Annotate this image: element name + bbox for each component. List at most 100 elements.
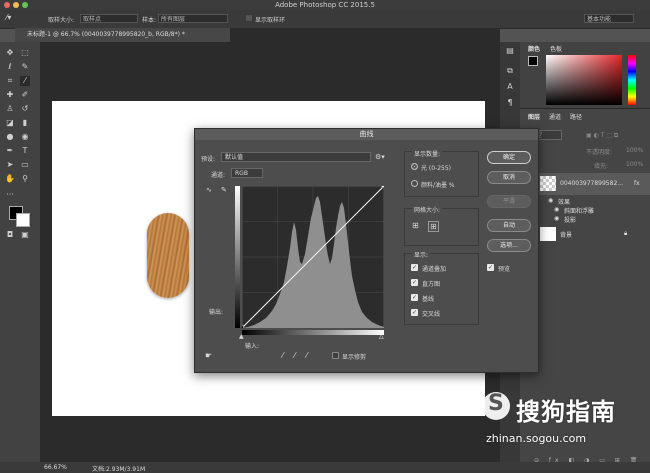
title-bar: Adobe Photoshop CC 2015.5 — [0, 0, 650, 10]
eraser-tool-icon[interactable]: ◪ — [5, 118, 15, 128]
ok-button[interactable]: 确定 — [487, 151, 531, 164]
visibility-eye-icon[interactable]: ◉ — [554, 215, 559, 222]
screen-mode-icon[interactable]: ▣ — [20, 230, 30, 240]
smooth-button: 平滑 — [487, 195, 531, 208]
healing-brush-icon[interactable]: ✚ — [5, 90, 15, 100]
color-picker-field[interactable] — [546, 55, 622, 105]
hue-slider[interactable] — [628, 55, 636, 105]
sample-label: 样本: — [142, 17, 157, 24]
layer-row-shape[interactable]: ◉ 004003977899582... fx — [520, 173, 650, 195]
color-panel-tab[interactable]: 颜色 — [528, 44, 540, 53]
black-point-eyedropper-icon[interactable]: ⁄ — [282, 351, 283, 360]
paths-panel-tab[interactable]: 路径 — [570, 112, 582, 121]
baseline-checkbox[interactable]: ✓ — [411, 294, 418, 301]
gradient-tool-icon[interactable]: ▮ — [20, 118, 30, 128]
curve-draw-pencil-icon[interactable]: ✎ — [221, 186, 227, 194]
document-tab[interactable]: 未标题-1 @ 66.7% (0040039778995820_b, RGB/8… — [15, 28, 230, 42]
sample-select[interactable]: 所有图层 — [158, 14, 228, 23]
preview-label: 预览 — [498, 266, 511, 273]
properties-panel-icon[interactable]: ⧉ — [505, 66, 515, 76]
toolbox: ✥ ⬚ ℓ ✎ ⌗ ⁄ ✚ ✐ ♙ ↺ ◪ ▮ ● ◉ ✒ T ➤ ▭ ✋ ⚲ … — [0, 42, 40, 462]
history-brush-icon[interactable]: ↺ — [20, 104, 30, 114]
wood-pill-shape — [147, 213, 189, 298]
clone-stamp-icon[interactable]: ♙ — [5, 104, 15, 114]
channel-overlay-checkbox[interactable]: ✓ — [411, 264, 418, 271]
zoom-level[interactable]: 66.67% — [44, 464, 67, 471]
zoom-tool-icon[interactable]: ⚲ — [20, 174, 30, 184]
preview-checkbox[interactable]: ✓ — [487, 264, 494, 271]
baseline-label: 基线 — [422, 296, 435, 303]
intersection-line-label: 交叉线 — [422, 311, 441, 318]
black-point-handle — [242, 325, 244, 328]
swatches-panel-tab[interactable]: 色板 — [550, 44, 562, 53]
opacity-label: 不透明度: — [586, 149, 613, 156]
background-thumbnail — [540, 227, 556, 241]
on-image-adjust-icon[interactable]: ☛ — [205, 351, 212, 360]
document-size: 文档:2.93M/3.91M — [92, 466, 146, 473]
crop-tool-icon[interactable]: ⌗ — [5, 76, 15, 86]
workspace-select[interactable]: 基本功能 — [584, 14, 634, 23]
intersection-line-checkbox[interactable]: ✓ — [411, 309, 418, 316]
input-white-slider-icon[interactable]: △ — [379, 333, 384, 340]
preset-select[interactable]: 默认值 — [221, 152, 371, 162]
auto-button[interactable]: 自动 — [487, 219, 531, 232]
lasso-tool-icon[interactable]: ℓ — [5, 62, 15, 72]
layer-fx-icon[interactable]: fx — [634, 180, 640, 187]
type-tool-icon[interactable]: T — [20, 146, 30, 156]
quick-mask-icon[interactable]: ◘ — [5, 230, 15, 240]
channels-panel-tab[interactable]: 通道 — [549, 112, 561, 121]
light-option-label: 光 (0-255) — [421, 165, 452, 172]
dodge-tool-icon[interactable]: ◉ — [20, 132, 30, 142]
quick-select-tool-icon[interactable]: ✎ — [20, 62, 30, 72]
hand-tool-icon[interactable]: ✋ — [5, 174, 15, 184]
curves-graph[interactable] — [242, 186, 384, 328]
options-bar: ⁄▾ 取样大小: 取样点 样本: 所有图层 显示取样环 基本功能 — [0, 10, 650, 29]
histogram-checkbox[interactable]: ✓ — [411, 279, 418, 286]
layer-row-background[interactable]: 背景 🔒︎ — [520, 225, 650, 243]
layer-filter-icons[interactable]: ▣ ◐ T ⬚ ⧉ — [586, 132, 618, 140]
show-clipping-checkbox[interactable] — [332, 352, 339, 359]
cancel-button[interactable]: 取消 — [487, 171, 531, 184]
detailed-grid-icon[interactable]: ⊞ — [428, 221, 439, 232]
channel-overlay-label: 通道叠加 — [422, 266, 447, 273]
input-label: 输入: — [245, 343, 260, 350]
path-select-icon[interactable]: ➤ — [5, 160, 15, 170]
visibility-eye-icon[interactable]: ◉ — [554, 206, 559, 213]
visibility-eye-icon[interactable]: ◉ — [548, 197, 553, 204]
character-panel-icon[interactable]: A — [505, 82, 515, 92]
opacity-value[interactable]: 100% — [626, 147, 643, 154]
preset-options-gear-icon[interactable]: ⚙▾ — [375, 153, 385, 161]
show-ring-checkbox[interactable] — [246, 15, 252, 21]
white-point-eyedropper-icon[interactable]: ⁄ — [306, 351, 307, 360]
fill-value[interactable]: 100% — [626, 161, 643, 168]
simple-grid-icon[interactable]: ⊞ — [412, 221, 419, 230]
more-tools-icon[interactable]: ··· — [5, 190, 15, 200]
paragraph-panel-icon[interactable]: ¶ — [505, 98, 515, 108]
show-ring-label: 显示取样环 — [255, 17, 286, 24]
brush-tool-icon[interactable]: ✐ — [20, 90, 30, 100]
gray-point-eyedropper-icon[interactable]: ⁄ — [294, 351, 295, 360]
output-gradient-bar — [235, 186, 240, 328]
light-radio[interactable] — [411, 163, 418, 170]
pigment-radio[interactable] — [411, 180, 418, 187]
show-clipping-label: 显示修剪 — [342, 354, 367, 361]
watermark-url: zhinan.sogou.com — [486, 432, 587, 445]
curve-edit-points-icon[interactable]: ∿ — [206, 186, 212, 194]
eyedropper-tool-preset-icon[interactable]: ⁄▾ — [6, 13, 11, 22]
move-tool-icon[interactable]: ✥ — [5, 48, 15, 58]
layer-thumbnail — [540, 176, 556, 191]
blur-tool-icon[interactable]: ● — [5, 132, 15, 142]
background-color-swatch[interactable] — [16, 213, 30, 227]
sample-size-select[interactable]: 取样点 — [80, 14, 138, 23]
channel-select[interactable]: RGB — [231, 168, 263, 178]
layers-panel-tab[interactable]: 图层 — [528, 112, 540, 121]
input-black-slider-icon[interactable]: ▲ — [239, 333, 244, 340]
history-panel-icon[interactable]: ▤ — [505, 46, 515, 56]
pen-tool-icon[interactable]: ✒ — [5, 146, 15, 156]
marquee-tool-icon[interactable]: ⬚ — [20, 48, 30, 58]
eyedropper-tool-icon[interactable]: ⁄ — [20, 76, 30, 86]
shape-tool-icon[interactable]: ▭ — [20, 160, 30, 170]
drop-shadow-label: 投影 — [564, 217, 577, 224]
options-button[interactable]: 选项... — [487, 239, 531, 252]
panel-foreground-swatch[interactable] — [528, 56, 538, 66]
